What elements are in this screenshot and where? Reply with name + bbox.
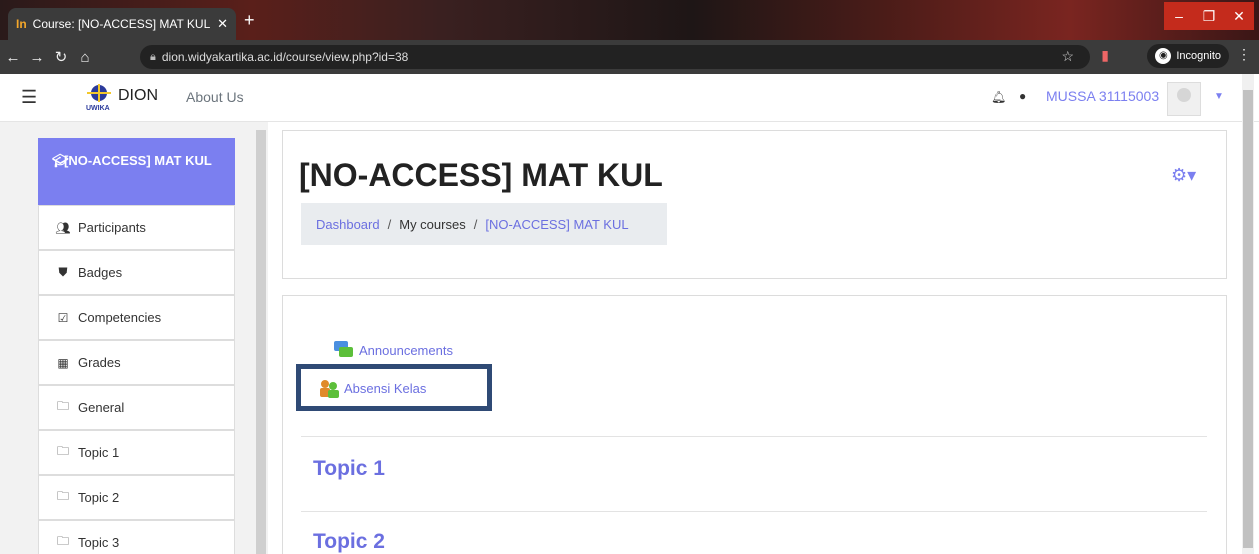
sidebar-item-grades[interactable]: ▦ Grades [38,340,235,385]
sidebar-item-label: Participants [78,220,146,235]
page-title: [NO-ACCESS] MAT KUL [299,157,663,193]
avatar[interactable] [1167,82,1201,116]
breadcrumb-course[interactable]: [NO-ACCESS] MAT KUL [485,217,628,232]
table-icon: ▦ [57,355,69,370]
section-divider [301,511,1207,512]
chevron-down-icon[interactable]: ▼ [1214,91,1224,102]
svg-text:UWIKA: UWIKA [86,105,110,112]
moodle-favicon-icon: In [16,17,27,31]
sidebar-item-course[interactable]: 🎓︎ [NO-ACCESS] MAT KUL [38,138,235,205]
notification-bell-icon[interactable]: 🔔︎ [991,90,1006,104]
shield-icon: ⛊ [58,265,68,279]
user-name[interactable]: MUSSA 31115003 [1046,88,1159,104]
incognito-icon: ◉ [1155,48,1172,64]
extension-icon[interactable]: ▮ [1101,47,1109,64]
back-icon[interactable]: ← [2,49,24,66]
sidebar-item-label: Badges [78,265,123,280]
hamburger-menu-icon[interactable]: ☰ [21,87,37,108]
maximize-button[interactable]: ❐ [1194,2,1224,30]
sidebar-item-label: [NO-ACCESS] MAT KUL [64,153,212,168]
folder-icon: 🗀 [56,534,69,548]
minimize-button[interactable]: – [1164,2,1194,30]
sidebar-item-label: Competencies [78,310,162,325]
browser-menu-icon[interactable]: ⋮ [1237,46,1251,63]
bookmark-star-icon[interactable]: ☆ [1061,48,1074,65]
tab-title: Course: [NO-ACCESS] MAT KUL [32,17,211,31]
page-scrollbar[interactable] [1242,74,1254,554]
folder-icon: 🗀 [56,399,69,413]
messages-icon[interactable]: ● [1019,89,1026,103]
home-icon[interactable]: ⌂ [74,49,96,66]
url-text: dion.widyakartika.ac.id/course/view.php?… [161,50,409,64]
forward-icon[interactable]: → [26,49,48,66]
close-window-button[interactable]: ✕ [1224,2,1254,30]
scrollbar-thumb[interactable] [1243,90,1253,548]
breadcrumb-my-courses[interactable]: My courses [399,217,465,232]
folder-icon: 🗀 [56,489,69,503]
course-header: [NO-ACCESS] MAT KUL ⚙▾ Dashboard / My co… [282,130,1227,279]
new-tab-button[interactable]: + [244,10,255,31]
activity-label: Announcements [359,342,453,358]
reload-icon[interactable]: ↻ [50,48,72,66]
breadcrumb-separator: / [387,216,392,232]
highlight-box [296,364,492,411]
users-icon: 👥︎ [55,220,71,235]
sidebar-item-topic-3[interactable]: 🗀 Topic 3 [38,520,235,554]
sidebar-scrollbar[interactable] [256,130,266,554]
about-us-link[interactable]: About Us [186,89,244,105]
section-title-topic-2[interactable]: Topic 2 [313,530,385,554]
sidebar-item-label: Grades [78,355,121,370]
address-bar[interactable]: 🔒︎ dion.widyakartika.ac.id/course/view.p… [140,45,1090,69]
breadcrumb-dashboard[interactable]: Dashboard [316,217,380,232]
sidebar-item-general[interactable]: 🗀 General [38,385,235,430]
lock-icon: 🔒︎ [150,50,156,63]
sidebar-item-label: Topic 1 [78,445,120,460]
site-brand[interactable]: DION [118,87,158,105]
browser-tab-strip: In Course: [NO-ACCESS] MAT KUL ✕ + – ❐ ✕ [0,0,1259,40]
forum-icon [334,341,353,357]
sidebar-item-label: General [78,400,125,415]
section-title-topic-1[interactable]: Topic 1 [313,457,385,481]
breadcrumb: Dashboard / My courses / [NO-ACCESS] MAT… [301,203,667,245]
sidebar-item-competencies[interactable]: ☑ Competencies [38,295,235,340]
sidebar-item-badges[interactable]: ⛊ Badges [38,250,235,295]
close-tab-icon[interactable]: ✕ [217,16,228,32]
section-divider [301,436,1207,437]
checkbox-icon: ☑ [57,310,69,325]
breadcrumb-separator: / [473,216,478,232]
site-navbar: ☰ UWIKA DION About Us 🔔︎ ● MUSSA 3111500… [0,74,1259,122]
browser-tab[interactable]: In Course: [NO-ACCESS] MAT KUL ✕ [8,8,236,40]
sidebar-item-participants[interactable]: 👥︎ Participants [38,205,235,250]
sidebar-item-label: Topic 3 [78,535,120,550]
sidebar-item-label: Topic 2 [78,490,120,505]
incognito-badge[interactable]: ◉ Incognito [1147,44,1229,68]
sidebar-item-topic-1[interactable]: 🗀 Topic 1 [38,430,235,475]
folder-icon: 🗀 [56,444,69,458]
sidebar-item-topic-2[interactable]: 🗀 Topic 2 [38,475,235,520]
uwika-logo-icon[interactable]: UWIKA [84,82,114,112]
activity-announcements[interactable]: Announcements [333,340,453,360]
incognito-label: Incognito [1176,50,1221,62]
gear-icon[interactable]: ⚙▾ [1171,165,1196,186]
course-content [282,295,1227,554]
graduation-cap-icon: 🎓︎ [52,153,69,168]
